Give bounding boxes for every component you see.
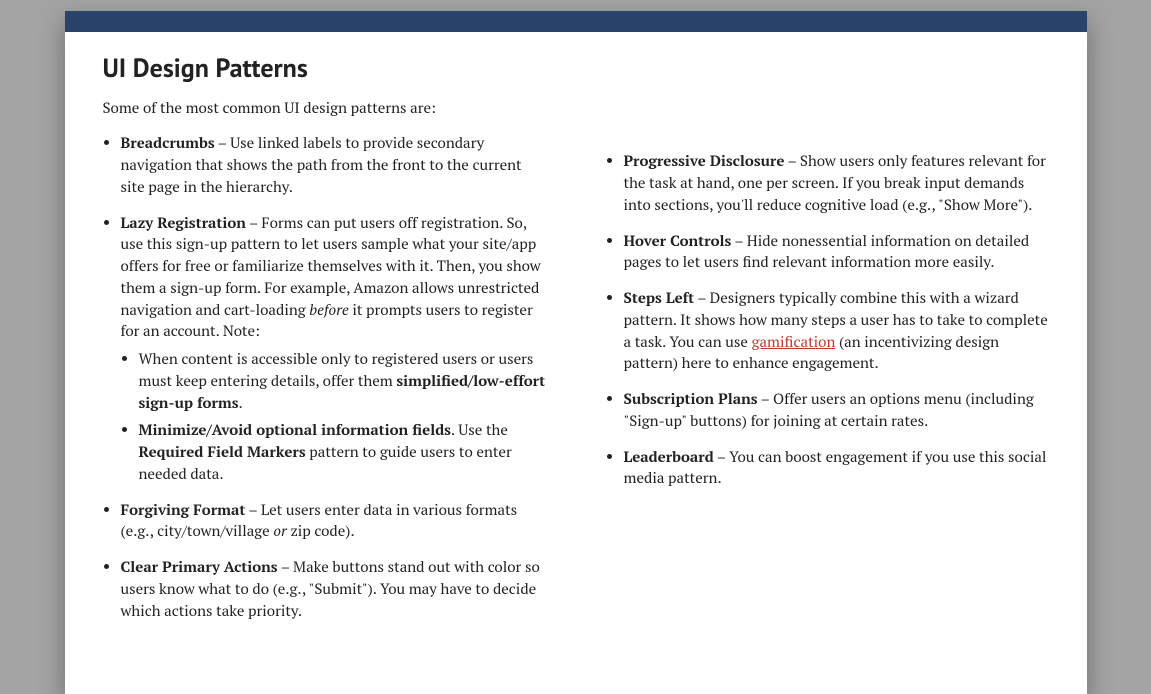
- list-item: Steps Left – Designers typically combine…: [624, 288, 1049, 375]
- sub-item-text: . Use the: [451, 420, 508, 440]
- two-column-layout: Breadcrumbs – Use linked labels to provi…: [103, 133, 1049, 636]
- left-column: Breadcrumbs – Use linked labels to provi…: [103, 133, 546, 636]
- document-page: UI Design Patterns Some of the most comm…: [65, 11, 1087, 694]
- sub-item-text: .: [238, 393, 242, 413]
- emphasis-or: or: [273, 521, 286, 541]
- list-item: When content is accessible only to regis…: [139, 349, 546, 414]
- emphasis-before: before: [309, 300, 348, 320]
- list-item: Lazy Registration – Forms can put users …: [121, 213, 546, 486]
- list-item: Forgiving Format – Let users enter data …: [121, 500, 546, 544]
- list-item: Subscription Plans – Offer users an opti…: [624, 389, 1049, 433]
- bold-phrase: Minimize/Avoid optional information fiel…: [139, 420, 451, 440]
- list-item: Minimize/Avoid optional information fiel…: [139, 420, 546, 485]
- pattern-name: Subscription Plans: [624, 389, 758, 409]
- gamification-link[interactable]: gamification: [752, 332, 836, 352]
- pattern-desc-part: zip code).: [287, 521, 355, 541]
- list-item: Progressive Disclosure – Show users only…: [624, 151, 1049, 216]
- pattern-name: Steps Left: [624, 288, 695, 308]
- pattern-name: Clear Primary Actions: [121, 557, 278, 577]
- pattern-name: Leaderboard: [624, 447, 714, 467]
- pattern-name: Hover Controls: [624, 231, 732, 251]
- document-content: UI Design Patterns Some of the most comm…: [65, 32, 1087, 694]
- pattern-name: Forgiving Format: [121, 500, 246, 520]
- list-item: Breadcrumbs – Use linked labels to provi…: [121, 133, 546, 198]
- pattern-name: Breadcrumbs: [121, 133, 215, 153]
- intro-text: Some of the most common UI design patter…: [103, 98, 1049, 120]
- list-item: Clear Primary Actions – Make buttons sta…: [121, 557, 546, 622]
- list-item: Hover Controls – Hide nonessential infor…: [624, 231, 1049, 275]
- page-title: UI Design Patterns: [103, 50, 1049, 88]
- pattern-name: Lazy Registration: [121, 213, 246, 233]
- right-column: Progressive Disclosure – Show users only…: [606, 133, 1049, 636]
- top-navbar: [65, 11, 1087, 32]
- pattern-name: Progressive Disclosure: [624, 151, 785, 171]
- bold-phrase: Required Field Markers: [139, 442, 306, 462]
- list-item: Leaderboard – You can boost engagement i…: [624, 447, 1049, 491]
